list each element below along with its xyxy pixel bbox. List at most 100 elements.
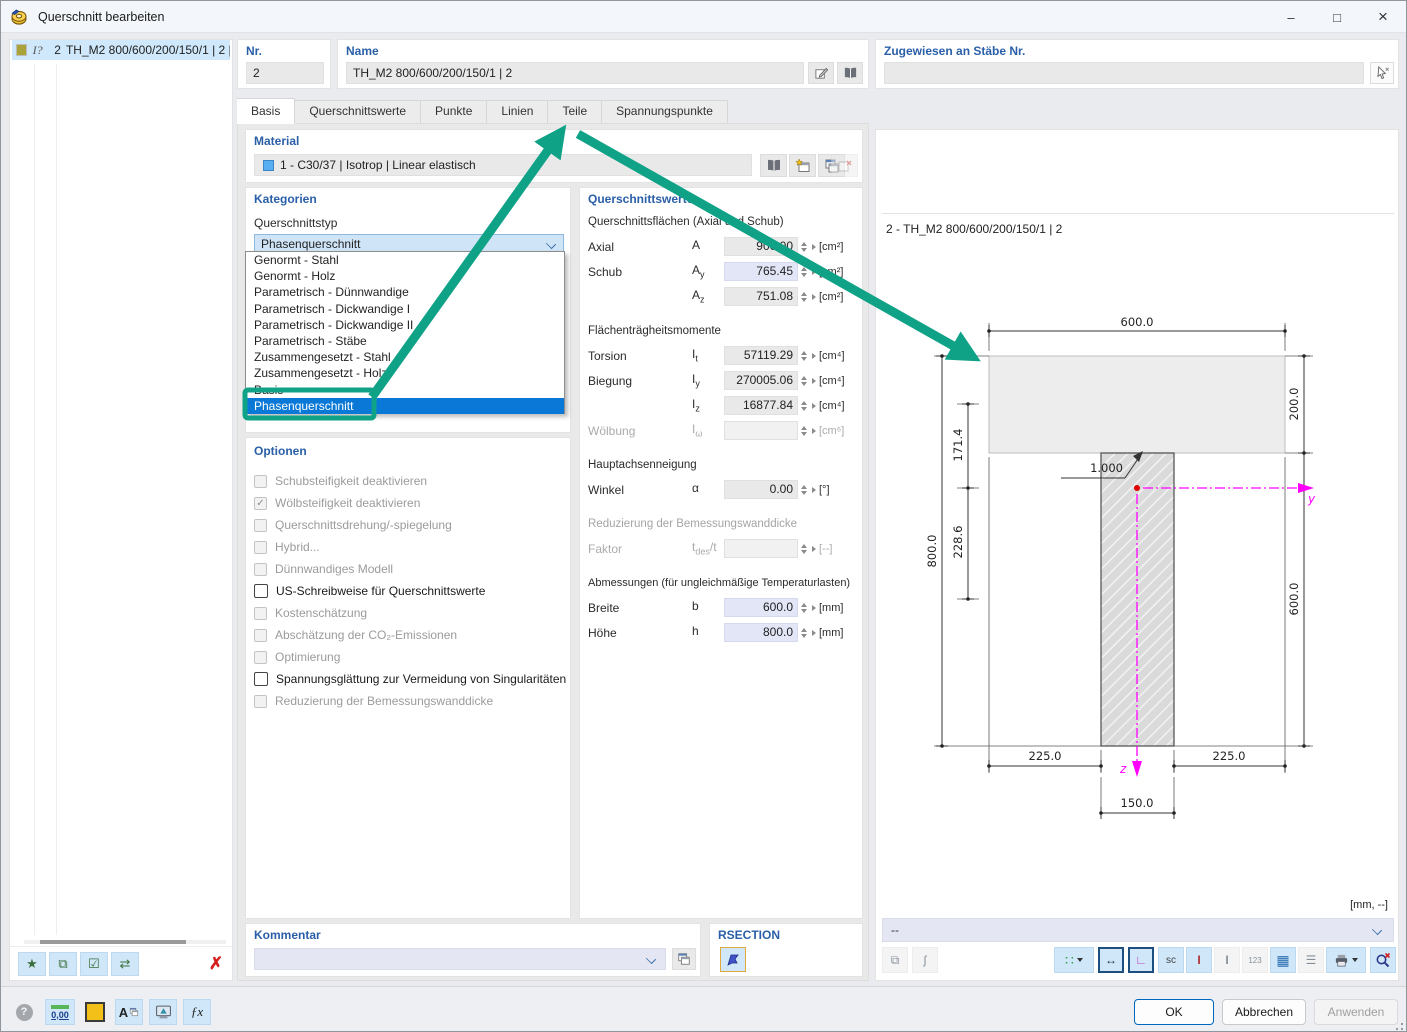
options-title: Optionen: [254, 444, 570, 458]
value-field[interactable]: 270005.06: [724, 371, 798, 390]
tab-spannungspunkte[interactable]: Spannungspunkte: [602, 100, 728, 124]
spinner[interactable]: [798, 267, 809, 277]
resize-grip[interactable]: [1391, 1018, 1403, 1030]
apply-button: Anwenden: [1314, 999, 1398, 1025]
material-combobox[interactable]: 1 - C30/37 | Isotrop | Linear elastisch: [254, 154, 752, 176]
spinner[interactable]: [798, 242, 809, 252]
checkbox[interactable]: [254, 672, 268, 686]
cancel-button[interactable]: Abbrechen: [1222, 999, 1306, 1025]
ok-button[interactable]: OK: [1134, 999, 1214, 1025]
decimal-places-icon[interactable]: 0,00: [45, 999, 75, 1025]
list-item[interactable]: I? 2 TH_M2 800/600/200/150/1 | 2 | 1: [12, 40, 230, 60]
display-properties-icon[interactable]: A: [115, 999, 143, 1025]
tab-teile[interactable]: Teile: [548, 100, 602, 124]
zoom-reset-icon[interactable]: [1370, 947, 1396, 973]
material-library-icon[interactable]: [760, 154, 787, 177]
delete-item-icon[interactable]: ✗: [202, 952, 230, 976]
expand-arrow-icon: [812, 546, 816, 552]
invert-selection-icon[interactable]: ⇄: [111, 952, 139, 976]
dropdown-option[interactable]: Zusammengesetzt - Holz: [246, 365, 564, 381]
rename-icon[interactable]: [808, 62, 834, 84]
select-members-pointer-icon[interactable]: [1370, 62, 1394, 84]
spinner[interactable]: [798, 485, 809, 495]
tab-basis[interactable]: Basis: [237, 98, 295, 124]
copy-item-icon[interactable]: ⧉: [49, 952, 77, 976]
print-icon[interactable]: [1326, 947, 1366, 973]
axis-y-label: y: [1307, 492, 1316, 506]
option-row: Schubsteifigkeit deaktivieren: [254, 470, 570, 492]
checkbox: [254, 607, 267, 620]
cross-section-drawing: 600.0 200.0 600.0 800.0 171.4 228.6 225.…: [875, 213, 1399, 903]
monitor-icon[interactable]: [149, 999, 177, 1025]
comment-copy-icon[interactable]: [672, 948, 696, 970]
nr-label: Nr.: [246, 44, 262, 58]
stress-points-icon[interactable]: ∷: [1054, 947, 1094, 973]
phase-label: 1.000: [1090, 461, 1123, 475]
tab-linien[interactable]: Linien: [487, 100, 548, 124]
value-field[interactable]: 751.08: [724, 287, 798, 306]
expand-arrow-icon: [812, 244, 816, 250]
group-title-inertia: Flächenträgheitsmomente: [588, 325, 856, 337]
value-field[interactable]: 57119.29: [724, 346, 798, 365]
axes-icon[interactable]: ∟: [1128, 947, 1154, 973]
value-field[interactable]: 900.00: [724, 237, 798, 256]
spinner[interactable]: [798, 376, 809, 386]
dropdown-option[interactable]: Parametrisch - Dickwandige II: [246, 317, 564, 333]
dropdown-option[interactable]: Zusammengesetzt - Stahl: [246, 349, 564, 365]
value-field[interactable]: 16877.84: [724, 396, 798, 415]
dropdown-option[interactable]: Parametrisch - Dickwandige I: [246, 301, 564, 317]
value-field[interactable]: 0.00: [724, 480, 798, 499]
dropdown-option[interactable]: Parametrisch - Dünnwandige: [246, 284, 564, 300]
check-all-icon[interactable]: ☑: [80, 952, 108, 976]
option-row[interactable]: Spannungsglättung zur Vermeidung von Sin…: [254, 668, 570, 690]
drawing-selector[interactable]: --: [882, 918, 1394, 942]
rsection-launch-icon[interactable]: [720, 947, 746, 972]
expand-arrow-icon: [812, 630, 816, 636]
dimension-lines-icon[interactable]: ↔: [1098, 947, 1124, 973]
value-field[interactable]: 800.0: [724, 623, 798, 642]
dropdown-option[interactable]: Genormt - Stahl: [246, 252, 564, 268]
value-row: Faktor tdes/t [--]: [588, 536, 856, 561]
shear-center-icon[interactable]: sc: [1158, 947, 1184, 973]
expand-arrow-icon: [812, 378, 816, 384]
spinner[interactable]: [798, 292, 809, 302]
tab-punkte[interactable]: Punkte: [421, 100, 487, 124]
material-new-icon[interactable]: [789, 154, 816, 177]
checkbox: [254, 563, 267, 576]
spinner[interactable]: [798, 603, 809, 613]
value-field[interactable]: 600.0: [724, 598, 798, 617]
value-row: Breite b 600.0 [mm]: [588, 595, 856, 620]
option-row[interactable]: US-Schreibweise für Querschnittswerte: [254, 580, 570, 602]
value-field[interactable]: 765.45: [724, 262, 798, 281]
new-item-icon[interactable]: ★: [18, 952, 46, 976]
name-field[interactable]: TH_M2 800/600/200/150/1 | 2: [346, 62, 804, 84]
grid-icon[interactable]: ▦: [1270, 947, 1296, 973]
color-swatch-icon[interactable]: [81, 999, 109, 1025]
minimize-button[interactable]: –: [1268, 1, 1314, 33]
dropdown-option[interactable]: Parametrisch - Stäbe: [246, 333, 564, 349]
name-card: Name TH_M2 800/600/200/150/1 | 2: [337, 39, 869, 89]
axis-z-label: z: [1119, 762, 1127, 776]
checkbox[interactable]: [254, 584, 268, 598]
help-icon[interactable]: ?: [11, 999, 37, 1025]
dropdown-option[interactable]: Basis: [246, 382, 564, 398]
list-hscrollbar[interactable]: [24, 940, 226, 944]
option-row: Hybrid...: [254, 536, 570, 558]
option-label: US-Schreibweise für Querschnittswerte: [276, 584, 485, 598]
elements-icon: I: [1214, 947, 1240, 973]
formula-icon[interactable]: ƒx: [183, 999, 211, 1025]
library-icon[interactable]: [837, 62, 863, 84]
tab-querschnittswerte[interactable]: Querschnittswerte: [295, 100, 421, 124]
spinner[interactable]: [798, 351, 809, 361]
comment-combobox[interactable]: [254, 948, 666, 970]
points-icon[interactable]: I: [1186, 947, 1212, 973]
close-button[interactable]: ×: [1360, 1, 1406, 33]
spinner[interactable]: [798, 401, 809, 411]
dropdown-option[interactable]: Phasenquerschnitt: [246, 398, 564, 414]
assigned-field[interactable]: [884, 62, 1364, 84]
spinner: [798, 426, 809, 436]
centroid-point: [1134, 485, 1140, 491]
dropdown-option[interactable]: Genormt - Holz: [246, 268, 564, 284]
maximize-button[interactable]: □: [1314, 1, 1360, 33]
spinner[interactable]: [798, 628, 809, 638]
